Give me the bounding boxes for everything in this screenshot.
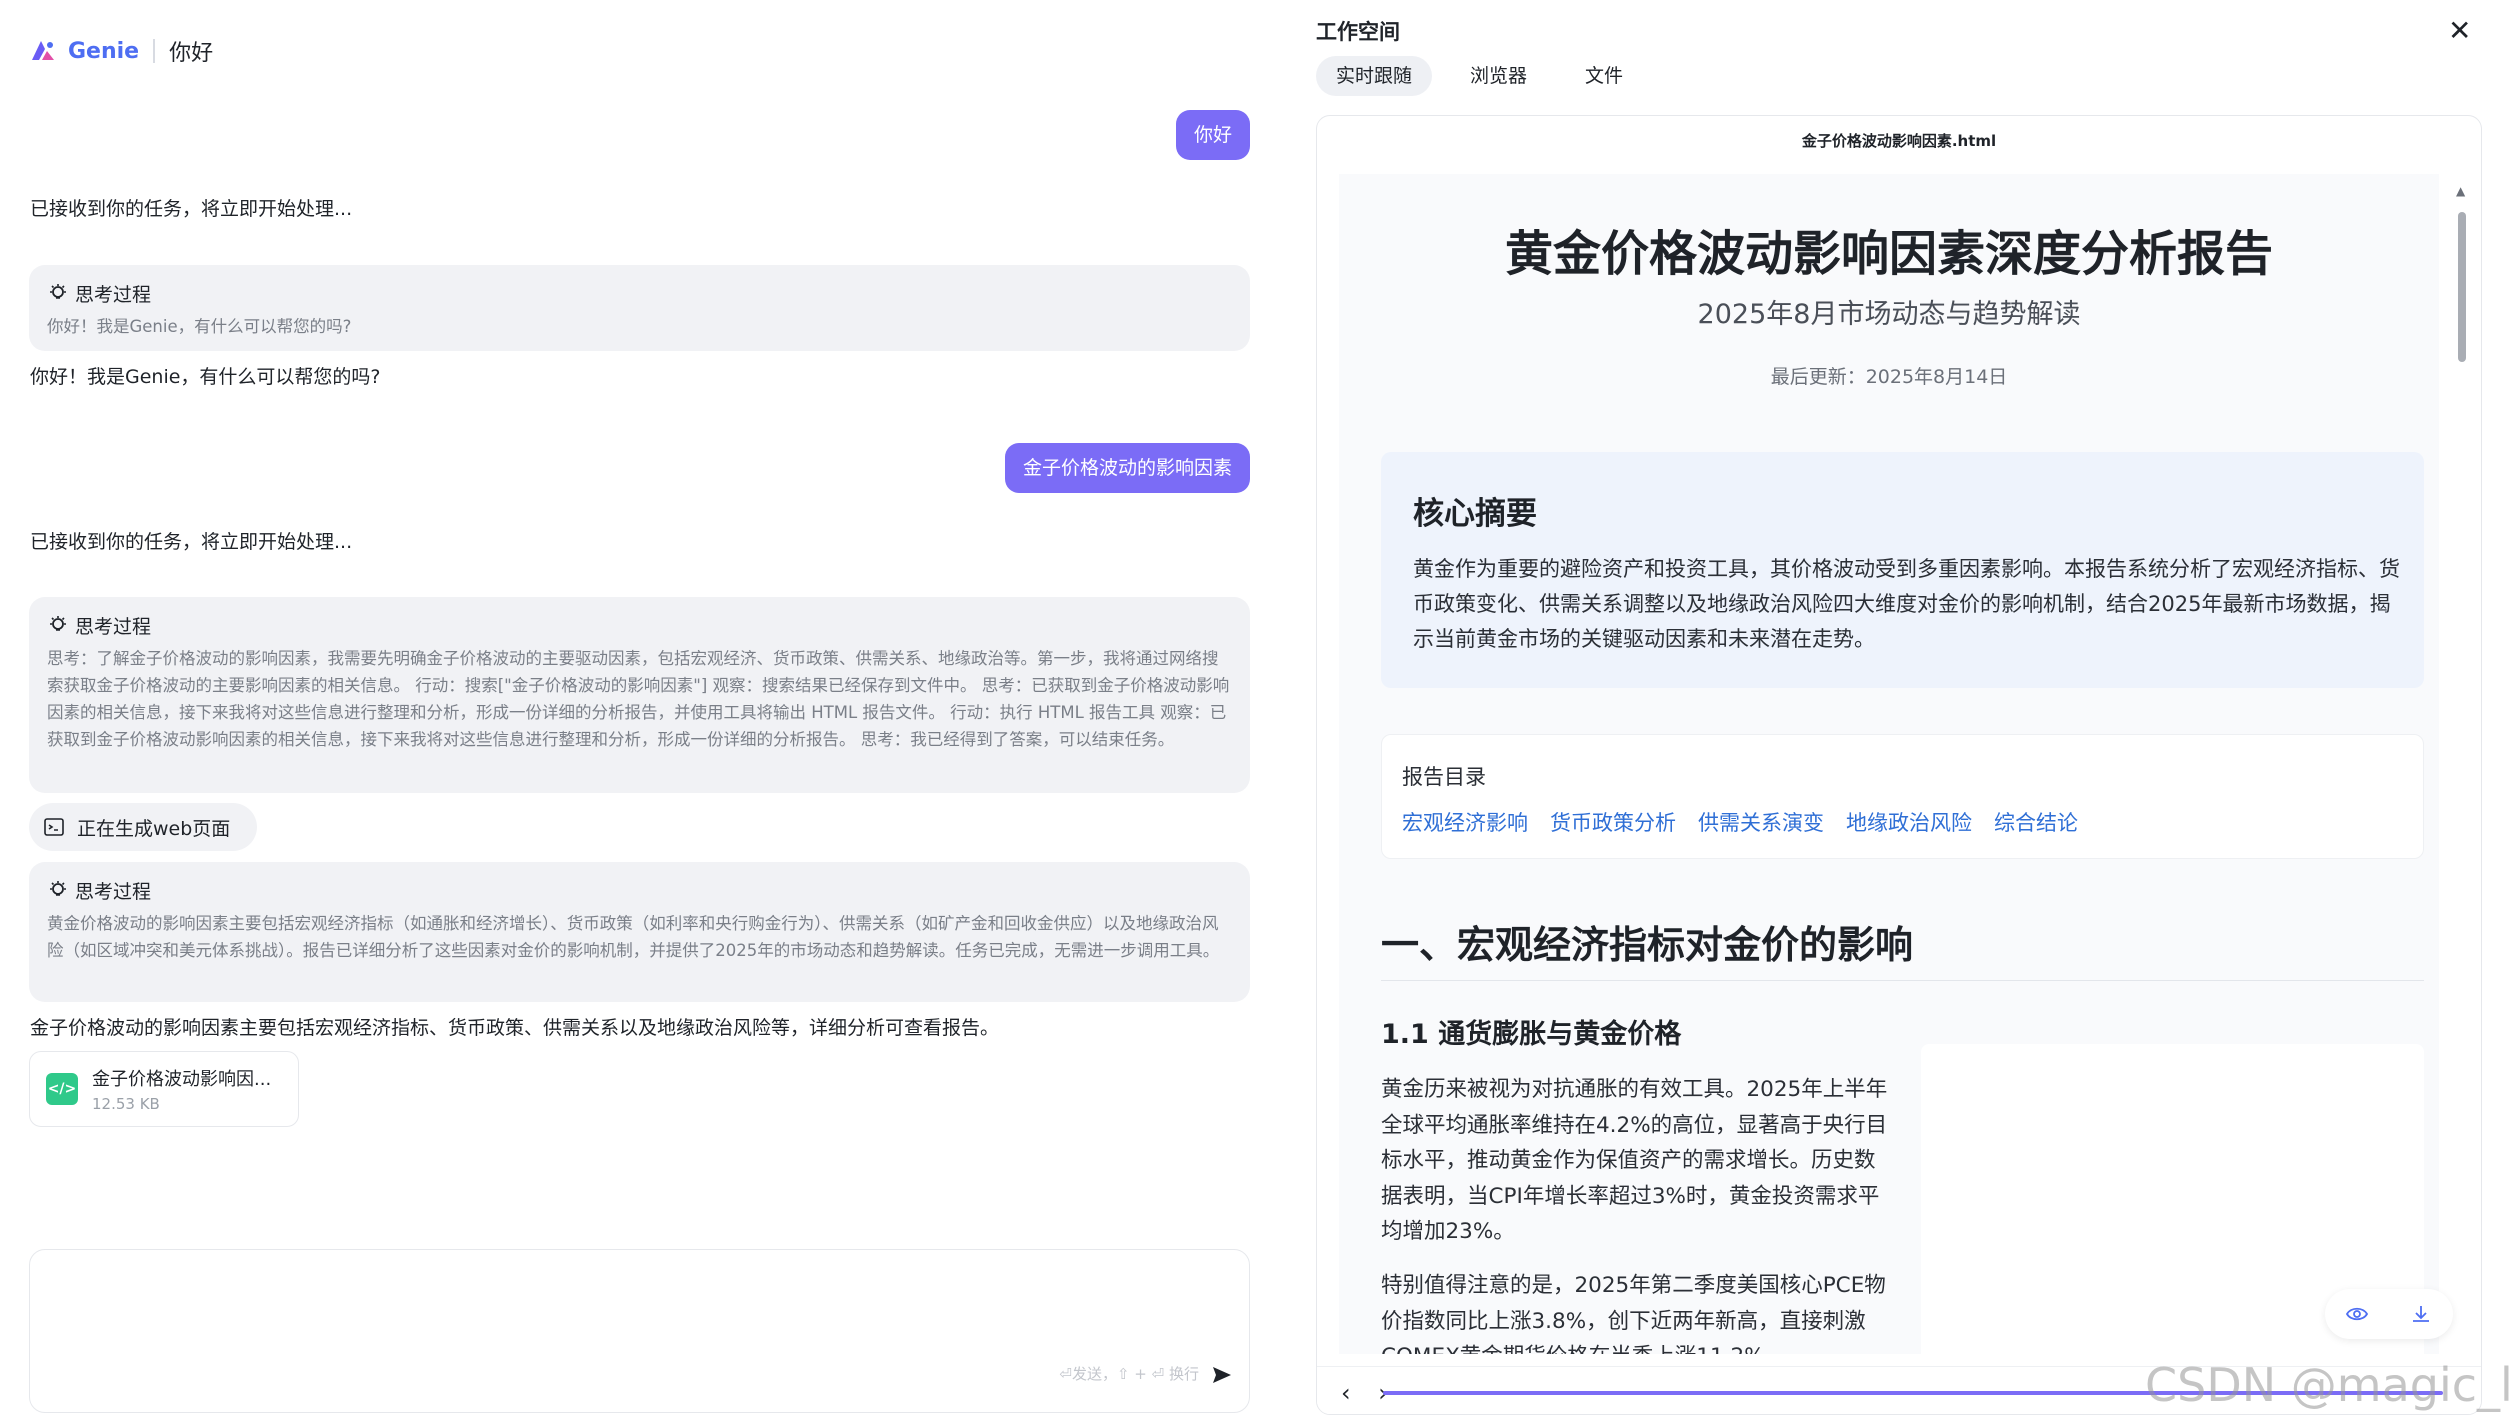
tool-status-chip[interactable]: 正在生成web页面 <box>29 803 257 851</box>
download-icon[interactable] <box>2409 1302 2433 1326</box>
table-of-contents: 报告目录 宏观经济影响 货币政策分析 供需关系演变 地缘政治风险 综合结论 <box>1381 734 2424 859</box>
scrollbar[interactable]: ▲ <box>2455 184 2469 1294</box>
toc-label: 报告目录 <box>1402 765 1486 789</box>
report-updated: 最后更新：2025年8月14日 <box>1770 366 2008 388</box>
assistant-reply: 你好！我是Genie，有什么可以帮您的吗? <box>30 366 381 388</box>
bulb-icon <box>50 881 66 896</box>
section-divider <box>1381 980 2424 981</box>
thinking-label: 思考过程 <box>75 283 152 306</box>
code-file-icon: </> <box>46 1073 78 1105</box>
preview-frame: 金子价格波动影响因素.html 黄金价格波动影响因素深度分析报告 2025年8月… <box>1316 115 2482 1415</box>
toc-link-supply-demand[interactable]: 供需关系演变 <box>1698 807 1824 837</box>
thinking-text: 黄金价格波动的影响因素主要包括宏观经济指标（如通胀和经济增长）、货币政策（如利率… <box>47 914 1220 960</box>
terminal-icon <box>44 818 64 836</box>
summary-text: 黄金作为重要的避险资产和投资工具，其价格波动受到多重因素影响。本报告系统分析了宏… <box>1413 557 2400 651</box>
scrollbar-thumb[interactable] <box>2458 212 2466 362</box>
message-input[interactable]: ⏎发送，⇧ + ⏎ 换行 <box>29 1249 1250 1413</box>
bulb-icon <box>50 616 66 631</box>
attachment-card[interactable]: </> 金子价格波动影响因... 12.53 KB <box>29 1051 299 1127</box>
summary-card: 核心摘要 黄金作为重要的避险资产和投资工具，其价格波动受到多重因素影响。本报告系… <box>1381 452 2424 688</box>
genie-logo-icon <box>32 41 54 60</box>
workspace-tabs: 实时跟随 浏览器 文件 <box>1316 56 1643 96</box>
thinking-label: 思考过程 <box>75 615 152 638</box>
body-paragraph: 特别值得注意的是，2025年第二季度美国核心PCE物价指数同比上涨3.8%，创下… <box>1381 1273 1886 1354</box>
tab-live-follow[interactable]: 实时跟随 <box>1316 56 1433 96</box>
workspace-title: 工作空间 <box>1316 20 1400 44</box>
toc-link-monetary[interactable]: 货币政策分析 <box>1550 807 1676 837</box>
bulb-icon <box>50 284 66 299</box>
report-subtitle: 2025年8月市场动态与趋势解读 <box>1697 299 2081 330</box>
toc-link-macro[interactable]: 宏观经济影响 <box>1402 807 1528 837</box>
report-title: 黄金价格波动影响因素深度分析报告 <box>1504 226 2273 282</box>
close-icon[interactable]: ✕ <box>2448 14 2471 47</box>
preview-actions <box>2325 1289 2453 1339</box>
thinking-block[interactable]: 思考过程 你好！我是Genie，有什么可以帮您的吗? <box>29 265 1250 351</box>
chat-header: Genie 你好 <box>28 34 213 68</box>
thinking-label: 思考过程 <box>75 880 152 903</box>
thinking-text: 思考：了解金子价格波动的影响因素，我需要先明确金子价格波动的主要驱动因素，包括宏… <box>47 649 1230 749</box>
workspace-pane: 工作空间 ✕ 实时跟随 浏览器 文件 金子价格波动影响因素.html 黄金价格波… <box>1300 0 2510 1427</box>
user-message: 金子价格波动的影响因素 <box>1004 443 1250 493</box>
preview-file-title: 金子价格波动影响因素.html <box>1801 132 1997 150</box>
assistant-ack: 已接收到你的任务，将立即开始处理... <box>30 198 353 220</box>
assistant-ack: 已接收到你的任务，将立即开始处理... <box>30 531 353 553</box>
send-icon[interactable] <box>1211 1364 1233 1386</box>
toc-link-conclusion[interactable]: 综合结论 <box>1994 807 2078 837</box>
scroll-up-icon[interactable]: ▲ <box>2456 184 2465 198</box>
report-document[interactable]: 黄金价格波动影响因素深度分析报告 2025年8月市场动态与趋势解读 最后更新：2… <box>1339 174 2439 1354</box>
body-paragraph: 黄金历来被视为对抗通胀的有效工具。2025年上半年全球平均通胀率维持在4.2%的… <box>1381 1077 1888 1244</box>
summary-title: 核心摘要 <box>1413 496 1537 532</box>
thinking-text: 你好！我是Genie，有什么可以帮您的吗? <box>47 317 352 336</box>
subsection-heading: 1.1 通货膨胀与黄金价格 <box>1381 1019 1682 1050</box>
attachment-size: 12.53 KB <box>92 1095 160 1113</box>
brand-name: Genie <box>68 38 140 64</box>
user-message: 你好 <box>1175 110 1250 160</box>
tab-browser[interactable]: 浏览器 <box>1450 56 1547 96</box>
watermark: CSDN @magic_ll <box>2145 1358 2510 1412</box>
header-divider <box>153 39 156 63</box>
section-heading: 一、宏观经济指标对金价的影响 <box>1381 923 1914 967</box>
composer-hint: ⏎发送，⇧ + ⏎ 换行 <box>1059 1365 1199 1383</box>
conversation-title: 你好 <box>169 41 214 66</box>
attachment-name: 金子价格波动影响因... <box>92 1069 272 1090</box>
toc-link-geopolitics[interactable]: 地缘政治风险 <box>1846 807 1972 837</box>
eye-icon[interactable] <box>2345 1302 2369 1326</box>
tool-status-label: 正在生成web页面 <box>77 817 231 840</box>
tab-files[interactable]: 文件 <box>1565 56 1643 96</box>
thinking-block[interactable]: 思考过程 思考：了解金子价格波动的影响因素，我需要先明确金子价格波动的主要驱动因… <box>29 597 1250 793</box>
chat-pane: Genie 你好 你好 已接收到你的任务，将立即开始处理... 思考过程 你好！… <box>0 0 1280 1427</box>
thinking-block[interactable]: 思考过程 黄金价格波动的影响因素主要包括宏观经济指标（如通胀和经济增长）、货币政… <box>29 862 1250 1002</box>
assistant-final-reply: 金子价格波动的影响因素主要包括宏观经济指标、货币政策、供需关系以及地缘政治风险等… <box>30 1017 1000 1039</box>
